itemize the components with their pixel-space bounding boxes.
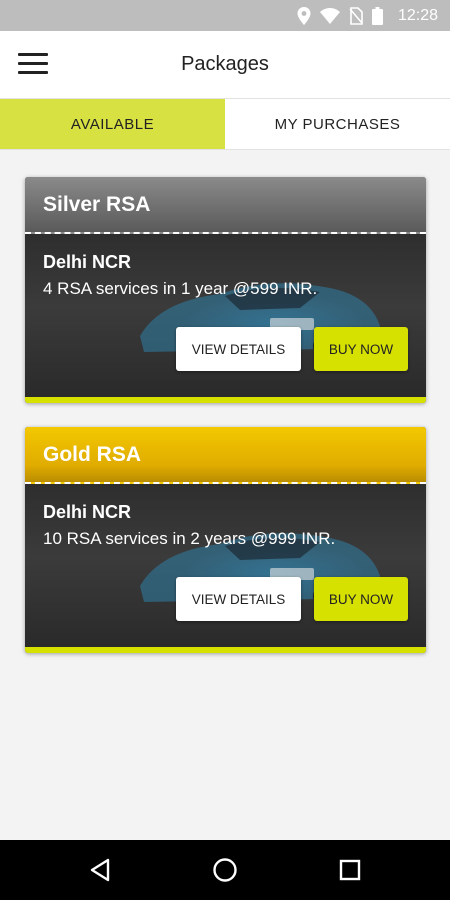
package-name: Silver RSA bbox=[43, 193, 151, 216]
app-bar: Packages bbox=[0, 31, 450, 98]
package-location: Delhi NCR bbox=[43, 502, 132, 522]
package-card-header: Silver RSA bbox=[25, 177, 426, 234]
package-card-gold: Gold RSA Delhi NCR 10 RSA services in 2 … bbox=[25, 427, 426, 653]
tab-available[interactable]: AVAILABLE bbox=[0, 99, 225, 149]
buy-now-button[interactable]: BUY NOW bbox=[314, 577, 408, 621]
battery-icon bbox=[371, 6, 383, 25]
page-title: Packages bbox=[181, 53, 269, 75]
wifi-icon bbox=[319, 7, 340, 24]
tab-bar: AVAILABLE MY PURCHASES bbox=[0, 98, 450, 150]
tab-my-purchases[interactable]: MY PURCHASES bbox=[225, 99, 450, 149]
view-details-button[interactable]: VIEW DETAILS bbox=[176, 577, 301, 621]
package-card-header: Gold RSA bbox=[25, 427, 426, 484]
back-icon[interactable] bbox=[60, 840, 140, 900]
home-icon[interactable] bbox=[185, 840, 265, 900]
card-accent-bar bbox=[25, 647, 426, 653]
view-details-button[interactable]: VIEW DETAILS bbox=[176, 327, 301, 371]
buy-now-button[interactable]: BUY NOW bbox=[314, 327, 408, 371]
status-time: 12:28 bbox=[397, 6, 438, 24]
package-description: 4 RSA services in 1 year @599 INR. bbox=[43, 279, 318, 298]
package-description: 10 RSA services in 2 years @999 INR. bbox=[43, 529, 336, 548]
system-nav-bar bbox=[0, 840, 450, 900]
status-bar: 12:28 bbox=[0, 0, 450, 31]
location-icon bbox=[297, 6, 311, 25]
recents-icon[interactable] bbox=[310, 840, 390, 900]
package-location: Delhi NCR bbox=[43, 252, 132, 272]
no-sim-icon bbox=[349, 6, 363, 25]
package-card-silver: Silver RSA Delhi NCR 4 RSA services in 1… bbox=[25, 177, 426, 403]
package-card-body: Delhi NCR 4 RSA services in 1 year @599 … bbox=[25, 234, 426, 397]
package-card-body: Delhi NCR 10 RSA services in 2 years @99… bbox=[25, 484, 426, 647]
package-name: Gold RSA bbox=[43, 443, 141, 466]
hamburger-menu-icon[interactable] bbox=[18, 53, 48, 75]
card-accent-bar bbox=[25, 397, 426, 403]
